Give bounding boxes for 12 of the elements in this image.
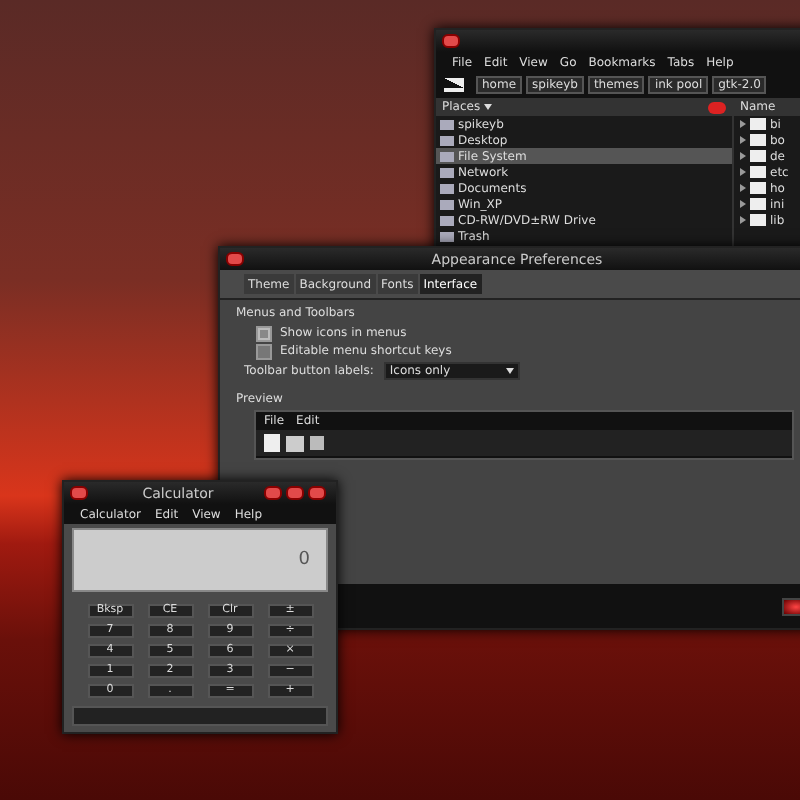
close-sidebar-icon[interactable] xyxy=(708,101,726,113)
minimize-icon[interactable] xyxy=(264,486,282,500)
close-icon[interactable] xyxy=(308,486,326,500)
close-icon[interactable] xyxy=(442,34,460,48)
folder-icon[interactable] xyxy=(286,435,304,451)
maximize-icon[interactable] xyxy=(286,486,304,500)
close-icon[interactable] xyxy=(70,486,88,500)
checkbox[interactable] xyxy=(256,325,272,341)
close-icon[interactable] xyxy=(226,252,244,266)
dropdown-arrow-icon[interactable] xyxy=(484,104,493,110)
checkbox[interactable] xyxy=(256,343,272,359)
display-value: 0 xyxy=(298,550,310,570)
